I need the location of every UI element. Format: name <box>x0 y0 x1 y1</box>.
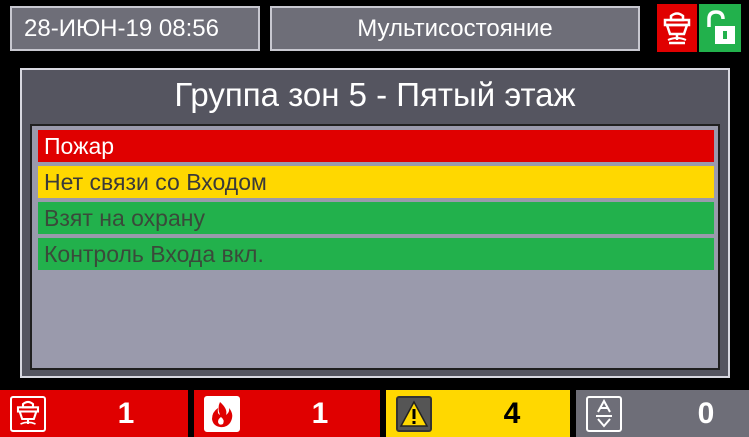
state-row-armed[interactable]: Взят на охрану <box>38 202 714 234</box>
fire-alarm-count: 1 <box>117 397 135 430</box>
top-bar: 28-ИЮН-19 08:56 Мультисостояние <box>0 0 749 60</box>
datetime-display: 28-ИЮН-19 08:56 <box>10 6 260 51</box>
state-list: Пожар Нет связи со Входом Взят на охрану… <box>30 124 720 370</box>
state-row-fire[interactable]: Пожар <box>38 130 714 162</box>
mode-label[interactable]: Мультисостояние <box>270 6 640 51</box>
fire-alarm-counter[interactable]: 1 <box>0 390 188 437</box>
test-counter[interactable]: 0 <box>576 390 749 437</box>
zone-group-title: Группа зон 5 - Пятый этаж <box>174 76 576 113</box>
panel-screen: 28-ИЮН-19 08:56 Мультисостояние Группа з… <box>0 0 749 437</box>
warning-count: 4 <box>503 397 521 430</box>
fire-count: 1 <box>311 397 329 430</box>
test-icon <box>586 396 622 432</box>
lock-status-indicator[interactable] <box>699 4 741 52</box>
state-row-no-connection[interactable]: Нет связи со Входом <box>38 166 714 198</box>
fire-alarm-status-indicator[interactable] <box>657 4 697 52</box>
flame-icon <box>204 396 240 432</box>
state-row-input-control[interactable]: Контроль Входа вкл. <box>38 238 714 270</box>
fire-alarm-icon <box>663 12 691 45</box>
test-count: 0 <box>697 397 715 430</box>
zone-group-panel: Группа зон 5 - Пятый этаж Пожар Нет связ… <box>20 68 730 378</box>
warning-counter[interactable]: 4 <box>386 390 570 437</box>
warning-icon <box>396 396 432 432</box>
unlocked-icon <box>707 10 735 44</box>
fire-counter[interactable]: 1 <box>194 390 380 437</box>
fire-alarm-icon <box>10 396 46 432</box>
